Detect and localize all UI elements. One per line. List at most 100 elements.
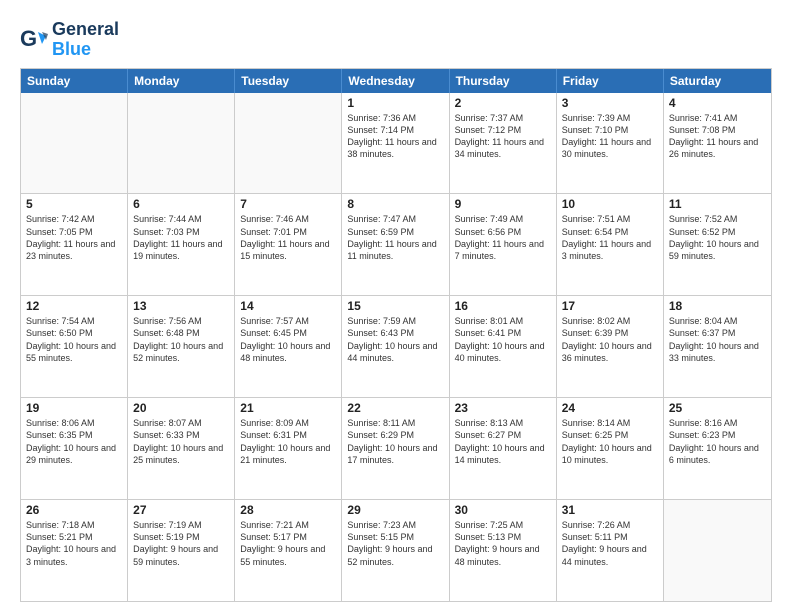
day-cell-1: 1 Sunrise: 7:36 AM Sunset: 7:14 PM Daylig… (342, 93, 449, 194)
day-cell-19: 19Sunrise: 8:06 AM Sunset: 6:35 PM Dayli… (21, 398, 128, 499)
day-number: 14 (240, 299, 336, 313)
day-info: Sunrise: 7:46 AM Sunset: 7:01 PM Dayligh… (240, 213, 336, 262)
day-number: 7 (240, 197, 336, 211)
header-cell-saturday: Saturday (664, 69, 771, 93)
day-info: Sunrise: 8:09 AM Sunset: 6:31 PM Dayligh… (240, 417, 336, 466)
day-info: Sunrise: 7:47 AM Sunset: 6:59 PM Dayligh… (347, 213, 443, 262)
day-number: 12 (26, 299, 122, 313)
logo-icon: G (20, 26, 48, 54)
day-cell-2: 2Sunrise: 7:37 AM Sunset: 7:12 PM Daylig… (450, 93, 557, 194)
day-info: Sunrise: 7:59 AM Sunset: 6:43 PM Dayligh… (347, 315, 443, 364)
day-info: Sunrise: 8:13 AM Sunset: 6:27 PM Dayligh… (455, 417, 551, 466)
day-cell-20: 20 Sunrise: 8:07 AM Sunset: 6:33 PM Dayli… (128, 398, 235, 499)
day-number: 6 (133, 197, 229, 211)
calendar-body: 1 Sunrise: 7:36 AM Sunset: 7:14 PM Daylig… (21, 93, 771, 601)
day-number: 24 (562, 401, 658, 415)
day-number: 3 (562, 96, 658, 110)
day-info: Sunrise: 7:36 AM Sunset: 7:14 PM Dayligh… (347, 112, 443, 161)
day-number: 11 (669, 197, 766, 211)
day-number: 20 (133, 401, 229, 415)
day-number: 29 (347, 503, 443, 517)
day-cell-3: 3Sunrise: 7:39 AM Sunset: 7:10 PM Daylig… (557, 93, 664, 194)
day-number: 27 (133, 503, 229, 517)
day-cell-17: 17 Sunrise: 8:02 AM Sunset: 6:39 PM Dayli… (557, 296, 664, 397)
header-cell-thursday: Thursday (450, 69, 557, 93)
day-cell-31: 31Sunrise: 7:26 AM Sunset: 5:11 PM Dayli… (557, 500, 664, 601)
svg-text:G: G (20, 26, 37, 51)
header-cell-friday: Friday (557, 69, 664, 93)
day-info: Sunrise: 7:18 AM Sunset: 5:21 PM Dayligh… (26, 519, 122, 568)
day-cell-25: 25 Sunrise: 8:16 AM Sunset: 6:23 PM Dayli… (664, 398, 771, 499)
day-info: Sunrise: 7:41 AM Sunset: 7:08 PM Dayligh… (669, 112, 766, 161)
day-cell-23: 23 Sunrise: 8:13 AM Sunset: 6:27 PM Dayli… (450, 398, 557, 499)
day-cell-7: 7 Sunrise: 7:46 AM Sunset: 7:01 PM Daylig… (235, 194, 342, 295)
logo-text: GeneralBlue (52, 20, 119, 60)
day-number: 25 (669, 401, 766, 415)
empty-cell (21, 93, 128, 194)
day-number: 30 (455, 503, 551, 517)
day-info: Sunrise: 7:19 AM Sunset: 5:19 PM Dayligh… (133, 519, 229, 568)
day-info: Sunrise: 8:11 AM Sunset: 6:29 PM Dayligh… (347, 417, 443, 466)
header: G GeneralBlue (20, 16, 772, 60)
day-info: Sunrise: 8:16 AM Sunset: 6:23 PM Dayligh… (669, 417, 766, 466)
calendar-row-4: 19Sunrise: 8:06 AM Sunset: 6:35 PM Dayli… (21, 397, 771, 499)
empty-cell (664, 500, 771, 601)
day-cell-27: 27 Sunrise: 7:19 AM Sunset: 5:19 PM Dayli… (128, 500, 235, 601)
day-info: Sunrise: 7:57 AM Sunset: 6:45 PM Dayligh… (240, 315, 336, 364)
day-number: 23 (455, 401, 551, 415)
day-cell-13: 13 Sunrise: 7:56 AM Sunset: 6:48 PM Dayli… (128, 296, 235, 397)
day-number: 1 (347, 96, 443, 110)
day-info: Sunrise: 7:44 AM Sunset: 7:03 PM Dayligh… (133, 213, 229, 262)
day-number: 8 (347, 197, 443, 211)
header-cell-tuesday: Tuesday (235, 69, 342, 93)
header-cell-monday: Monday (128, 69, 235, 93)
day-info: Sunrise: 8:14 AM Sunset: 6:25 PM Dayligh… (562, 417, 658, 466)
day-cell-18: 18 Sunrise: 8:04 AM Sunset: 6:37 PM Dayli… (664, 296, 771, 397)
calendar-row-2: 5 Sunrise: 7:42 AM Sunset: 7:05 PM Daylig… (21, 193, 771, 295)
day-number: 4 (669, 96, 766, 110)
logo: G GeneralBlue (20, 20, 119, 60)
calendar: SundayMondayTuesdayWednesdayThursdayFrid… (20, 68, 772, 602)
empty-cell (128, 93, 235, 194)
day-cell-16: 16Sunrise: 8:01 AM Sunset: 6:41 PM Dayli… (450, 296, 557, 397)
day-number: 15 (347, 299, 443, 313)
calendar-row-3: 12Sunrise: 7:54 AM Sunset: 6:50 PM Dayli… (21, 295, 771, 397)
day-cell-5: 5 Sunrise: 7:42 AM Sunset: 7:05 PM Daylig… (21, 194, 128, 295)
day-info: Sunrise: 7:56 AM Sunset: 6:48 PM Dayligh… (133, 315, 229, 364)
day-number: 17 (562, 299, 658, 313)
day-info: Sunrise: 7:25 AM Sunset: 5:13 PM Dayligh… (455, 519, 551, 568)
day-number: 31 (562, 503, 658, 517)
day-info: Sunrise: 7:49 AM Sunset: 6:56 PM Dayligh… (455, 213, 551, 262)
day-info: Sunrise: 8:07 AM Sunset: 6:33 PM Dayligh… (133, 417, 229, 466)
page: G GeneralBlue SundayMondayTuesdayWednesd… (0, 0, 792, 612)
day-cell-26: 26 Sunrise: 7:18 AM Sunset: 5:21 PM Dayli… (21, 500, 128, 601)
header-cell-sunday: Sunday (21, 69, 128, 93)
day-info: Sunrise: 8:04 AM Sunset: 6:37 PM Dayligh… (669, 315, 766, 364)
day-cell-14: 14 Sunrise: 7:57 AM Sunset: 6:45 PM Dayli… (235, 296, 342, 397)
day-cell-22: 22 Sunrise: 8:11 AM Sunset: 6:29 PM Dayli… (342, 398, 449, 499)
day-info: Sunrise: 8:02 AM Sunset: 6:39 PM Dayligh… (562, 315, 658, 364)
day-number: 22 (347, 401, 443, 415)
day-cell-6: 6 Sunrise: 7:44 AM Sunset: 7:03 PM Daylig… (128, 194, 235, 295)
day-cell-10: 10Sunrise: 7:51 AM Sunset: 6:54 PM Dayli… (557, 194, 664, 295)
day-info: Sunrise: 8:06 AM Sunset: 6:35 PM Dayligh… (26, 417, 122, 466)
empty-cell (235, 93, 342, 194)
day-number: 28 (240, 503, 336, 517)
day-cell-28: 28Sunrise: 7:21 AM Sunset: 5:17 PM Dayli… (235, 500, 342, 601)
header-cell-wednesday: Wednesday (342, 69, 449, 93)
day-info: Sunrise: 8:01 AM Sunset: 6:41 PM Dayligh… (455, 315, 551, 364)
day-cell-15: 15 Sunrise: 7:59 AM Sunset: 6:43 PM Dayli… (342, 296, 449, 397)
day-cell-9: 9Sunrise: 7:49 AM Sunset: 6:56 PM Daylig… (450, 194, 557, 295)
day-cell-4: 4 Sunrise: 7:41 AM Sunset: 7:08 PM Daylig… (664, 93, 771, 194)
calendar-row-1: 1 Sunrise: 7:36 AM Sunset: 7:14 PM Daylig… (21, 93, 771, 194)
day-number: 5 (26, 197, 122, 211)
day-cell-29: 29Sunrise: 7:23 AM Sunset: 5:15 PM Dayli… (342, 500, 449, 601)
day-info: Sunrise: 7:42 AM Sunset: 7:05 PM Dayligh… (26, 213, 122, 262)
day-number: 13 (133, 299, 229, 313)
day-number: 21 (240, 401, 336, 415)
day-number: 2 (455, 96, 551, 110)
calendar-row-5: 26 Sunrise: 7:18 AM Sunset: 5:21 PM Dayli… (21, 499, 771, 601)
day-number: 18 (669, 299, 766, 313)
day-number: 10 (562, 197, 658, 211)
day-number: 26 (26, 503, 122, 517)
